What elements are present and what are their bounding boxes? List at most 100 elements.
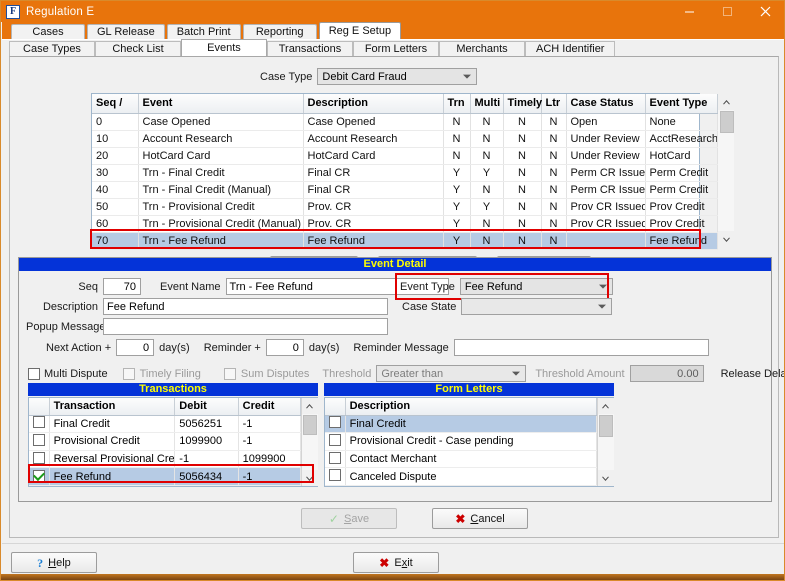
threshold-amount-input[interactable]: 0.00 — [629, 365, 704, 382]
reminder-input[interactable]: 0 — [265, 339, 304, 356]
table-row[interactable]: 10 Account Research Account Research N N… — [92, 130, 718, 148]
table-row[interactable]: 50 Trn - Provisional Credit Prov. CR Y Y… — [92, 198, 718, 216]
tab-reg-e-setup[interactable]: Reg E Setup — [318, 22, 402, 39]
seq-input[interactable]: 70 — [103, 278, 141, 295]
col-timely[interactable]: Timely — [503, 94, 542, 114]
transaction-checkbox-cell[interactable] — [29, 467, 50, 486]
scroll-up-icon[interactable] — [301, 398, 318, 414]
exit-button[interactable]: ✖ Exit — [353, 552, 439, 573]
tab-check-list[interactable]: Check List — [95, 41, 181, 56]
cancel-button[interactable]: ✖ Cancel — [432, 508, 528, 529]
col-description[interactable]: Description — [303, 94, 444, 114]
scroll-down-icon[interactable] — [718, 231, 734, 247]
reminder-message-input[interactable] — [453, 339, 709, 356]
timely-filing-checkbox[interactable] — [122, 367, 135, 380]
tab-label: Form Letters — [364, 43, 428, 55]
tab-reporting[interactable]: Reporting — [242, 24, 317, 39]
table-row[interactable]: 20 HotCard Card HotCard Card N N N N Und… — [92, 147, 718, 165]
col-credit[interactable]: Credit — [238, 398, 302, 416]
form-letter-checkbox[interactable] — [328, 469, 341, 482]
popup-message-input[interactable] — [103, 318, 388, 335]
col-debit[interactable]: Debit — [174, 398, 239, 416]
list-item[interactable]: Final Credit — [325, 415, 598, 434]
col-ltr[interactable]: Ltr — [541, 94, 567, 114]
scroll-thumb[interactable] — [303, 415, 317, 435]
col-multi[interactable]: Multi — [470, 94, 504, 114]
form-letter-checkbox[interactable] — [328, 416, 341, 429]
col-trn[interactable]: Trn — [443, 94, 471, 114]
form-letter-checkbox[interactable] — [328, 433, 341, 446]
scroll-thumb[interactable] — [719, 111, 734, 133]
table-row[interactable]: 40 Trn - Final Credit (Manual) Final CR … — [92, 181, 718, 199]
scroll-thumb[interactable] — [599, 415, 613, 437]
transaction-checkbox[interactable] — [32, 416, 45, 429]
scroll-down-icon[interactable] — [597, 470, 614, 486]
col-transaction[interactable]: Transaction — [49, 398, 176, 416]
tab-events[interactable]: Events — [181, 39, 267, 56]
multi-dispute-checkbox[interactable] — [28, 367, 40, 380]
next-action-input[interactable]: 0 — [116, 339, 155, 356]
tab-case-types[interactable]: Case Types — [9, 41, 95, 56]
table-row[interactable]: Final Credit 5056251 -1 — [29, 415, 302, 434]
maximize-icon[interactable] — [708, 1, 746, 22]
cell-event: Trn - Provisional Credit — [138, 198, 304, 216]
form-letter-checkbox-cell[interactable] — [325, 415, 346, 434]
tab-gl-release[interactable]: GL Release — [87, 24, 165, 39]
scroll-down-icon[interactable] — [301, 470, 318, 486]
transaction-checkbox[interactable] — [32, 451, 45, 464]
tab-merchants[interactable]: Merchants — [439, 41, 525, 56]
description-input[interactable]: Fee Refund — [103, 298, 388, 315]
transactions-scrollbar[interactable] — [301, 398, 318, 486]
scroll-up-icon[interactable] — [718, 94, 734, 110]
cell-case-status — [566, 232, 646, 250]
transaction-checkbox[interactable] — [32, 470, 45, 483]
transaction-checkbox-cell[interactable] — [29, 415, 50, 434]
help-button[interactable]: ? Help — [11, 552, 97, 573]
col-description[interactable]: Description — [345, 398, 598, 416]
tab-batch-print[interactable]: Batch Print — [166, 24, 241, 39]
tab-form-letters[interactable]: Form Letters — [353, 41, 439, 56]
list-item[interactable]: Provisional Credit - Case pending — [325, 432, 598, 451]
case-type-select[interactable]: Debit Card Fraud — [317, 68, 478, 85]
col-event-type[interactable]: Event Type — [645, 94, 718, 114]
col-case-status[interactable]: Case Status — [566, 94, 646, 114]
table-row[interactable]: 30 Trn - Final Credit Final CR Y Y N N P… — [92, 164, 718, 182]
table-row[interactable]: Reversal Provisional Credit -1 1099900 — [29, 450, 302, 469]
col-event[interactable]: Event — [138, 94, 304, 114]
form-letters-scrollbar[interactable] — [597, 398, 614, 486]
tab-cases[interactable]: Cases — [11, 24, 85, 39]
list-item[interactable]: Canceled Dispute — [325, 467, 598, 486]
form-letter-checkbox[interactable] — [328, 451, 341, 464]
tab-label: Reporting — [255, 26, 304, 38]
transaction-checkbox[interactable] — [32, 433, 45, 446]
tab-transactions[interactable]: Transactions — [267, 41, 353, 56]
table-row[interactable]: 70 Trn - Fee Refund Fee Refund Y N N N F… — [92, 232, 718, 250]
tab-ach-identifier[interactable]: ACH Identifier — [525, 41, 616, 56]
transaction-checkbox-cell[interactable] — [29, 450, 50, 469]
event-type-select[interactable]: Fee Refund — [459, 278, 613, 295]
threshold-select[interactable]: Greater than — [376, 365, 527, 382]
form-letters-grid[interactable]: Description Final Credit Provisional Cre… — [324, 397, 614, 487]
col-seq[interactable]: Seq / — [92, 94, 139, 114]
table-row[interactable]: 0 Case Opened Case Opened N N N N Open N… — [92, 113, 718, 131]
close-icon[interactable] — [746, 1, 784, 22]
form-letter-checkbox-cell[interactable] — [325, 450, 346, 469]
sum-disputes-checkbox[interactable] — [223, 367, 236, 380]
events-grid-scrollbar[interactable] — [717, 94, 734, 247]
table-row[interactable]: Provisional Credit 1099900 -1 — [29, 432, 302, 451]
form-letter-checkbox-cell[interactable] — [325, 432, 346, 451]
case-state-select[interactable] — [461, 298, 613, 315]
table-row[interactable]: 60 Trn - Provisional Credit (Manual) Pro… — [92, 215, 718, 233]
list-item[interactable]: Contact Merchant — [325, 450, 598, 469]
table-row[interactable]: Fee Refund 5056434 -1 — [29, 467, 302, 486]
tab-label: Check List — [112, 43, 164, 55]
scroll-up-icon[interactable] — [597, 398, 614, 414]
cell-trn: N — [443, 113, 471, 131]
save-button[interactable]: ✓ Save — [301, 508, 397, 529]
minimize-icon[interactable] — [670, 1, 708, 22]
events-grid[interactable]: Seq / Event Description Trn Multi Timely… — [91, 93, 734, 250]
form-letter-checkbox-cell[interactable] — [325, 467, 346, 486]
chevron-down-icon — [598, 284, 607, 289]
transaction-checkbox-cell[interactable] — [29, 432, 50, 451]
transactions-grid[interactable]: Transaction Debit Credit Final Credit 50… — [28, 397, 318, 487]
